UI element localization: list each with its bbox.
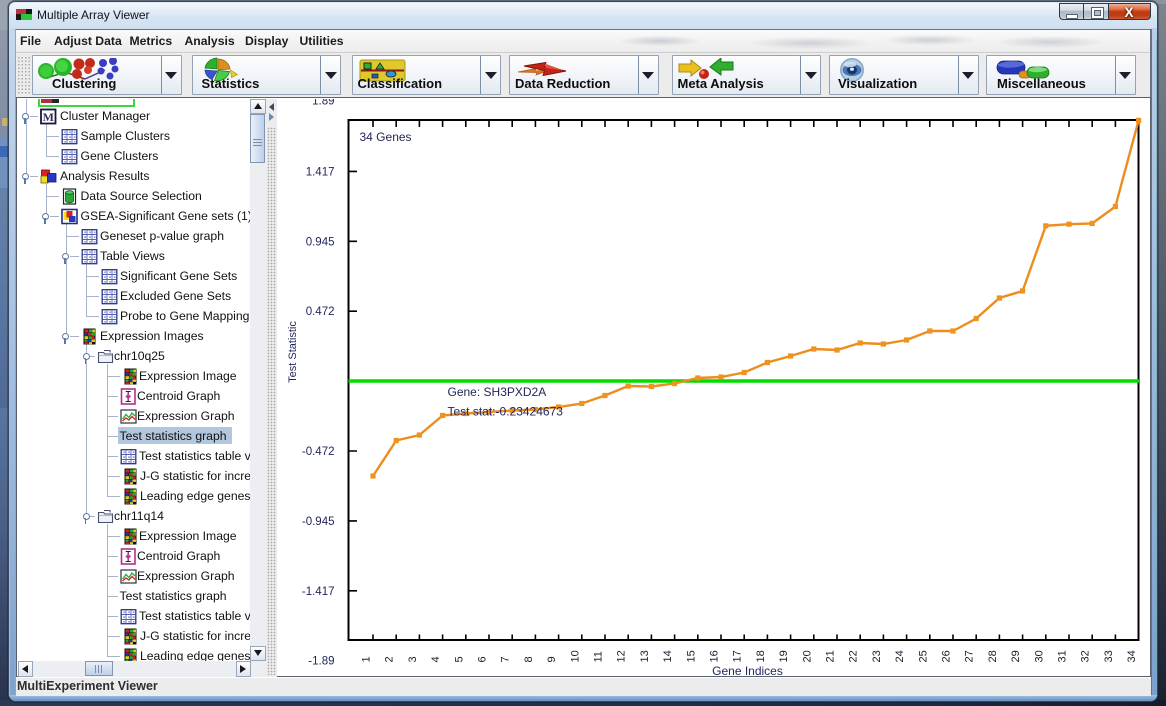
svg-text:Gene: SH3PXD2A: Gene: SH3PXD2A: [447, 385, 546, 399]
svg-text:0.945: 0.945: [305, 236, 334, 248]
svg-text:9: 9: [546, 656, 558, 662]
svg-text:25: 25: [917, 650, 929, 662]
svg-text:33: 33: [1102, 650, 1114, 662]
svg-text:16: 16: [708, 650, 720, 662]
svg-text:13: 13: [638, 650, 650, 662]
svg-text:3: 3: [406, 656, 418, 662]
svg-text:32: 32: [1079, 650, 1091, 662]
svg-text:18: 18: [754, 650, 766, 662]
svg-text:29: 29: [1010, 650, 1022, 662]
svg-text:14: 14: [662, 650, 674, 662]
svg-text:7: 7: [499, 656, 511, 662]
svg-text:20: 20: [801, 650, 813, 662]
svg-text:5: 5: [453, 656, 465, 662]
svg-text:26: 26: [940, 650, 952, 662]
svg-text:22: 22: [847, 650, 859, 662]
svg-text:-0.945: -0.945: [301, 516, 334, 528]
svg-text:34: 34: [1126, 650, 1138, 662]
svg-text:Test stat:-0.23424673: Test stat:-0.23424673: [447, 405, 563, 419]
svg-text:12: 12: [615, 650, 627, 662]
svg-text:1.417: 1.417: [305, 166, 334, 178]
svg-text:-1.417: -1.417: [301, 586, 334, 598]
svg-text:21: 21: [824, 650, 836, 662]
svg-text:11: 11: [592, 651, 604, 662]
svg-text:6: 6: [476, 656, 488, 662]
svg-text:30: 30: [1033, 650, 1045, 662]
svg-text:0.472: 0.472: [305, 306, 334, 318]
svg-text:-0.472: -0.472: [301, 446, 334, 458]
svg-text:1: 1: [360, 656, 372, 662]
svg-text:2: 2: [383, 656, 395, 662]
svg-text:10: 10: [569, 650, 581, 662]
svg-text:34 Genes: 34 Genes: [359, 130, 411, 144]
svg-text:15: 15: [685, 650, 697, 662]
svg-text:28: 28: [986, 650, 998, 662]
svg-text:Test Statistic: Test Statistic: [287, 321, 299, 383]
svg-text:27: 27: [963, 650, 975, 662]
svg-text:1.89: 1.89: [312, 99, 334, 108]
svg-text:19: 19: [778, 650, 790, 662]
svg-text:31: 31: [1056, 650, 1068, 662]
svg-text:23: 23: [870, 650, 882, 662]
svg-text:4: 4: [430, 656, 442, 662]
svg-text:17: 17: [731, 650, 743, 662]
svg-text:24: 24: [894, 650, 906, 662]
svg-text:-1.89: -1.89: [308, 656, 334, 668]
svg-text:8: 8: [522, 656, 534, 662]
svg-text:Gene Indices: Gene Indices: [712, 664, 783, 676]
